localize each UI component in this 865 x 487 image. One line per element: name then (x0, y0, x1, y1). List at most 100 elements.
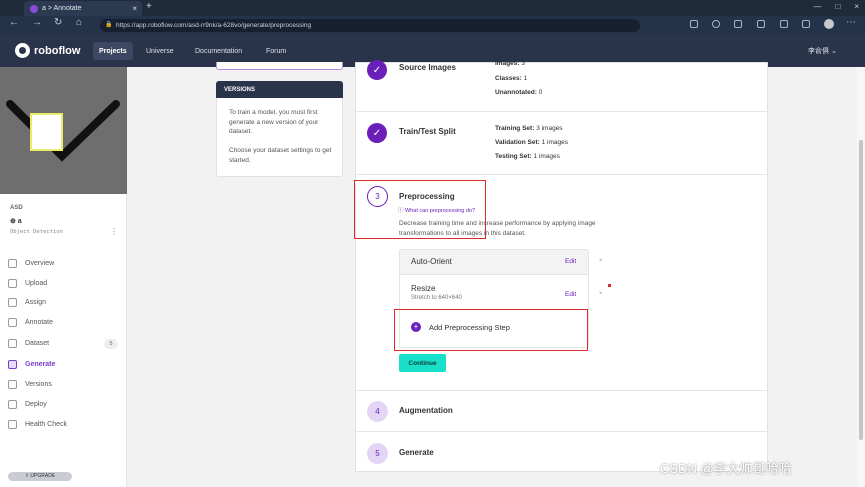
roboflow-logo-icon (15, 43, 30, 58)
nav-forum[interactable]: Forum (260, 42, 292, 60)
browser-tab[interactable]: a > Annotate × (24, 1, 142, 16)
stat-value: 3 (521, 60, 526, 67)
nav-documentation[interactable]: Documentation (189, 42, 248, 60)
sidebar-item-versions[interactable]: Versions (8, 376, 120, 393)
project-name: ⊕ a (10, 218, 22, 225)
stat-value: 1 (523, 75, 528, 82)
sidebar-item-label: Dataset (25, 340, 50, 347)
reload-icon[interactable]: ↻ (54, 17, 62, 28)
step-complete-check-icon: ✓ (367, 60, 387, 80)
new-tab-button[interactable]: + (146, 1, 152, 12)
home-icon[interactable]: ⌂ (76, 17, 82, 28)
nav-universe[interactable]: Universe (140, 42, 180, 60)
project-type: Object Detection (10, 229, 63, 235)
step-number-generate: 5 (367, 443, 388, 464)
sidebar-item-assign[interactable]: Assign (8, 294, 120, 311)
annotation-box (30, 113, 63, 151)
sidebar-item-generate[interactable]: Generate (8, 356, 120, 373)
sidebar-item-label: Upload (25, 280, 48, 287)
project-thumbnail[interactable] (0, 67, 127, 194)
back-icon[interactable]: ← (9, 17, 19, 28)
downloads-icon[interactable] (802, 20, 810, 28)
dataset-count-badge: 5 (104, 339, 118, 349)
stat-testing-set: Testing Set: 1 images (495, 153, 560, 160)
stat-label: Unannotated: (495, 89, 537, 96)
close-window-button[interactable]: × (854, 2, 859, 11)
sidebar-item-label: Versions (25, 381, 52, 388)
browser-profile-avatar[interactable] (824, 19, 834, 29)
dataset-icon (8, 339, 17, 348)
step-number-preprocessing: 3 (367, 186, 388, 207)
roboflow-logo-text: roboflow (34, 44, 81, 57)
collections-icon[interactable] (780, 20, 788, 28)
upgrade-button[interactable]: ⇧ UPGRADE (8, 472, 72, 481)
browser-tab-title: a > Annotate (42, 5, 82, 12)
stat-unannotated: Unannotated: 0 (495, 89, 542, 96)
generate-icon (8, 360, 17, 369)
project-more-icon[interactable]: ⋮ (110, 227, 118, 236)
sidebar-item-label: Assign (25, 299, 47, 306)
sidebar-item-health-check[interactable]: Health Check (8, 416, 120, 433)
remove-resize-icon[interactable]: × (599, 291, 603, 297)
sidebar-item-overview[interactable]: Overview (8, 255, 120, 272)
nav-projects[interactable]: Projects (93, 42, 133, 60)
user-menu[interactable]: 李俞俱 ⌄ (808, 46, 837, 56)
sidebar-item-label: Deploy (25, 401, 47, 408)
address-bar[interactable]: 🔒 https://app.roboflow.com/asd-rr9nk/a-6… (100, 19, 640, 32)
stat-training-set: Training Set: 3 images (495, 125, 563, 132)
sidebar-item-annotate[interactable]: Annotate (8, 314, 120, 331)
browser-extension-icon[interactable] (690, 20, 698, 28)
previous-card (216, 62, 343, 70)
browser-extension-icon[interactable] (712, 20, 720, 28)
scrollbar-thumb[interactable] (859, 140, 863, 440)
favorites-icon[interactable] (757, 20, 765, 28)
cursor-marker (608, 284, 611, 287)
browser-menu-icon[interactable]: ⋯ (846, 17, 856, 28)
add-preprocessing-step-button[interactable]: + Add Preprocessing Step (411, 322, 510, 332)
step-preprocessing-title: Preprocessing (399, 192, 455, 201)
preprocessing-item-label: Auto-Orient (411, 257, 452, 266)
step-divider (355, 111, 768, 112)
maximize-button[interactable]: □ (835, 2, 840, 11)
step-divider (355, 174, 768, 175)
stat-value: 1 images (533, 153, 560, 160)
remove-auto-orient-icon[interactable]: × (599, 258, 603, 264)
browser-extension-icon[interactable] (734, 20, 742, 28)
continue-button[interactable]: Continue (399, 354, 446, 372)
stat-value: 0 (538, 89, 543, 96)
stat-classes: Classes: 1 (495, 75, 527, 82)
minimize-button[interactable]: — (813, 2, 821, 11)
step-source-images-title[interactable]: Source Images (399, 63, 456, 72)
step-augmentation-title[interactable]: Augmentation (399, 406, 453, 415)
stat-label: Testing Set: (495, 153, 532, 160)
stat-value: 3 images (536, 125, 563, 132)
step-number-augmentation: 4 (367, 401, 388, 422)
add-preprocessing-step-label: Add Preprocessing Step (429, 322, 510, 332)
preprocessing-help-link[interactable]: ⓘ What can preprocessing do? (398, 206, 475, 214)
tab-close-icon[interactable]: × (132, 4, 137, 13)
step-divider (355, 431, 768, 432)
versions-help-text: Choose your dataset settings to get star… (229, 147, 332, 164)
versions-header: VERSIONS (216, 81, 343, 98)
annotate-icon (8, 318, 17, 327)
stat-validation-set: Validation Set: 1 images (495, 139, 568, 146)
versions-help-text: To train a model, you must first generat… (229, 109, 319, 135)
stat-value: 1 images (541, 139, 568, 146)
stat-label: Images: (495, 60, 520, 67)
step-generate-title[interactable]: Generate (399, 448, 434, 457)
step-train-test-split-title[interactable]: Train/Test Split (399, 127, 456, 136)
watermark: CSDN @李大帅哥哈哈 (660, 461, 792, 476)
roboflow-logo[interactable]: roboflow (15, 43, 80, 58)
step-complete-check-icon: ✓ (367, 123, 387, 143)
versions-icon (8, 380, 17, 389)
forward-icon[interactable]: → (32, 17, 42, 28)
edit-resize-link[interactable]: Edit (565, 291, 576, 298)
plus-icon: + (411, 322, 421, 332)
sidebar-item-deploy[interactable]: Deploy (8, 396, 120, 413)
sidebar-item-upload[interactable]: Upload (8, 275, 120, 292)
lock-icon: 🔒 (105, 22, 113, 28)
sidebar-item-label: Overview (25, 260, 55, 267)
assign-icon (8, 298, 17, 307)
preprocessing-item-label: Resize (411, 284, 436, 293)
edit-auto-orient-link[interactable]: Edit (565, 258, 576, 265)
